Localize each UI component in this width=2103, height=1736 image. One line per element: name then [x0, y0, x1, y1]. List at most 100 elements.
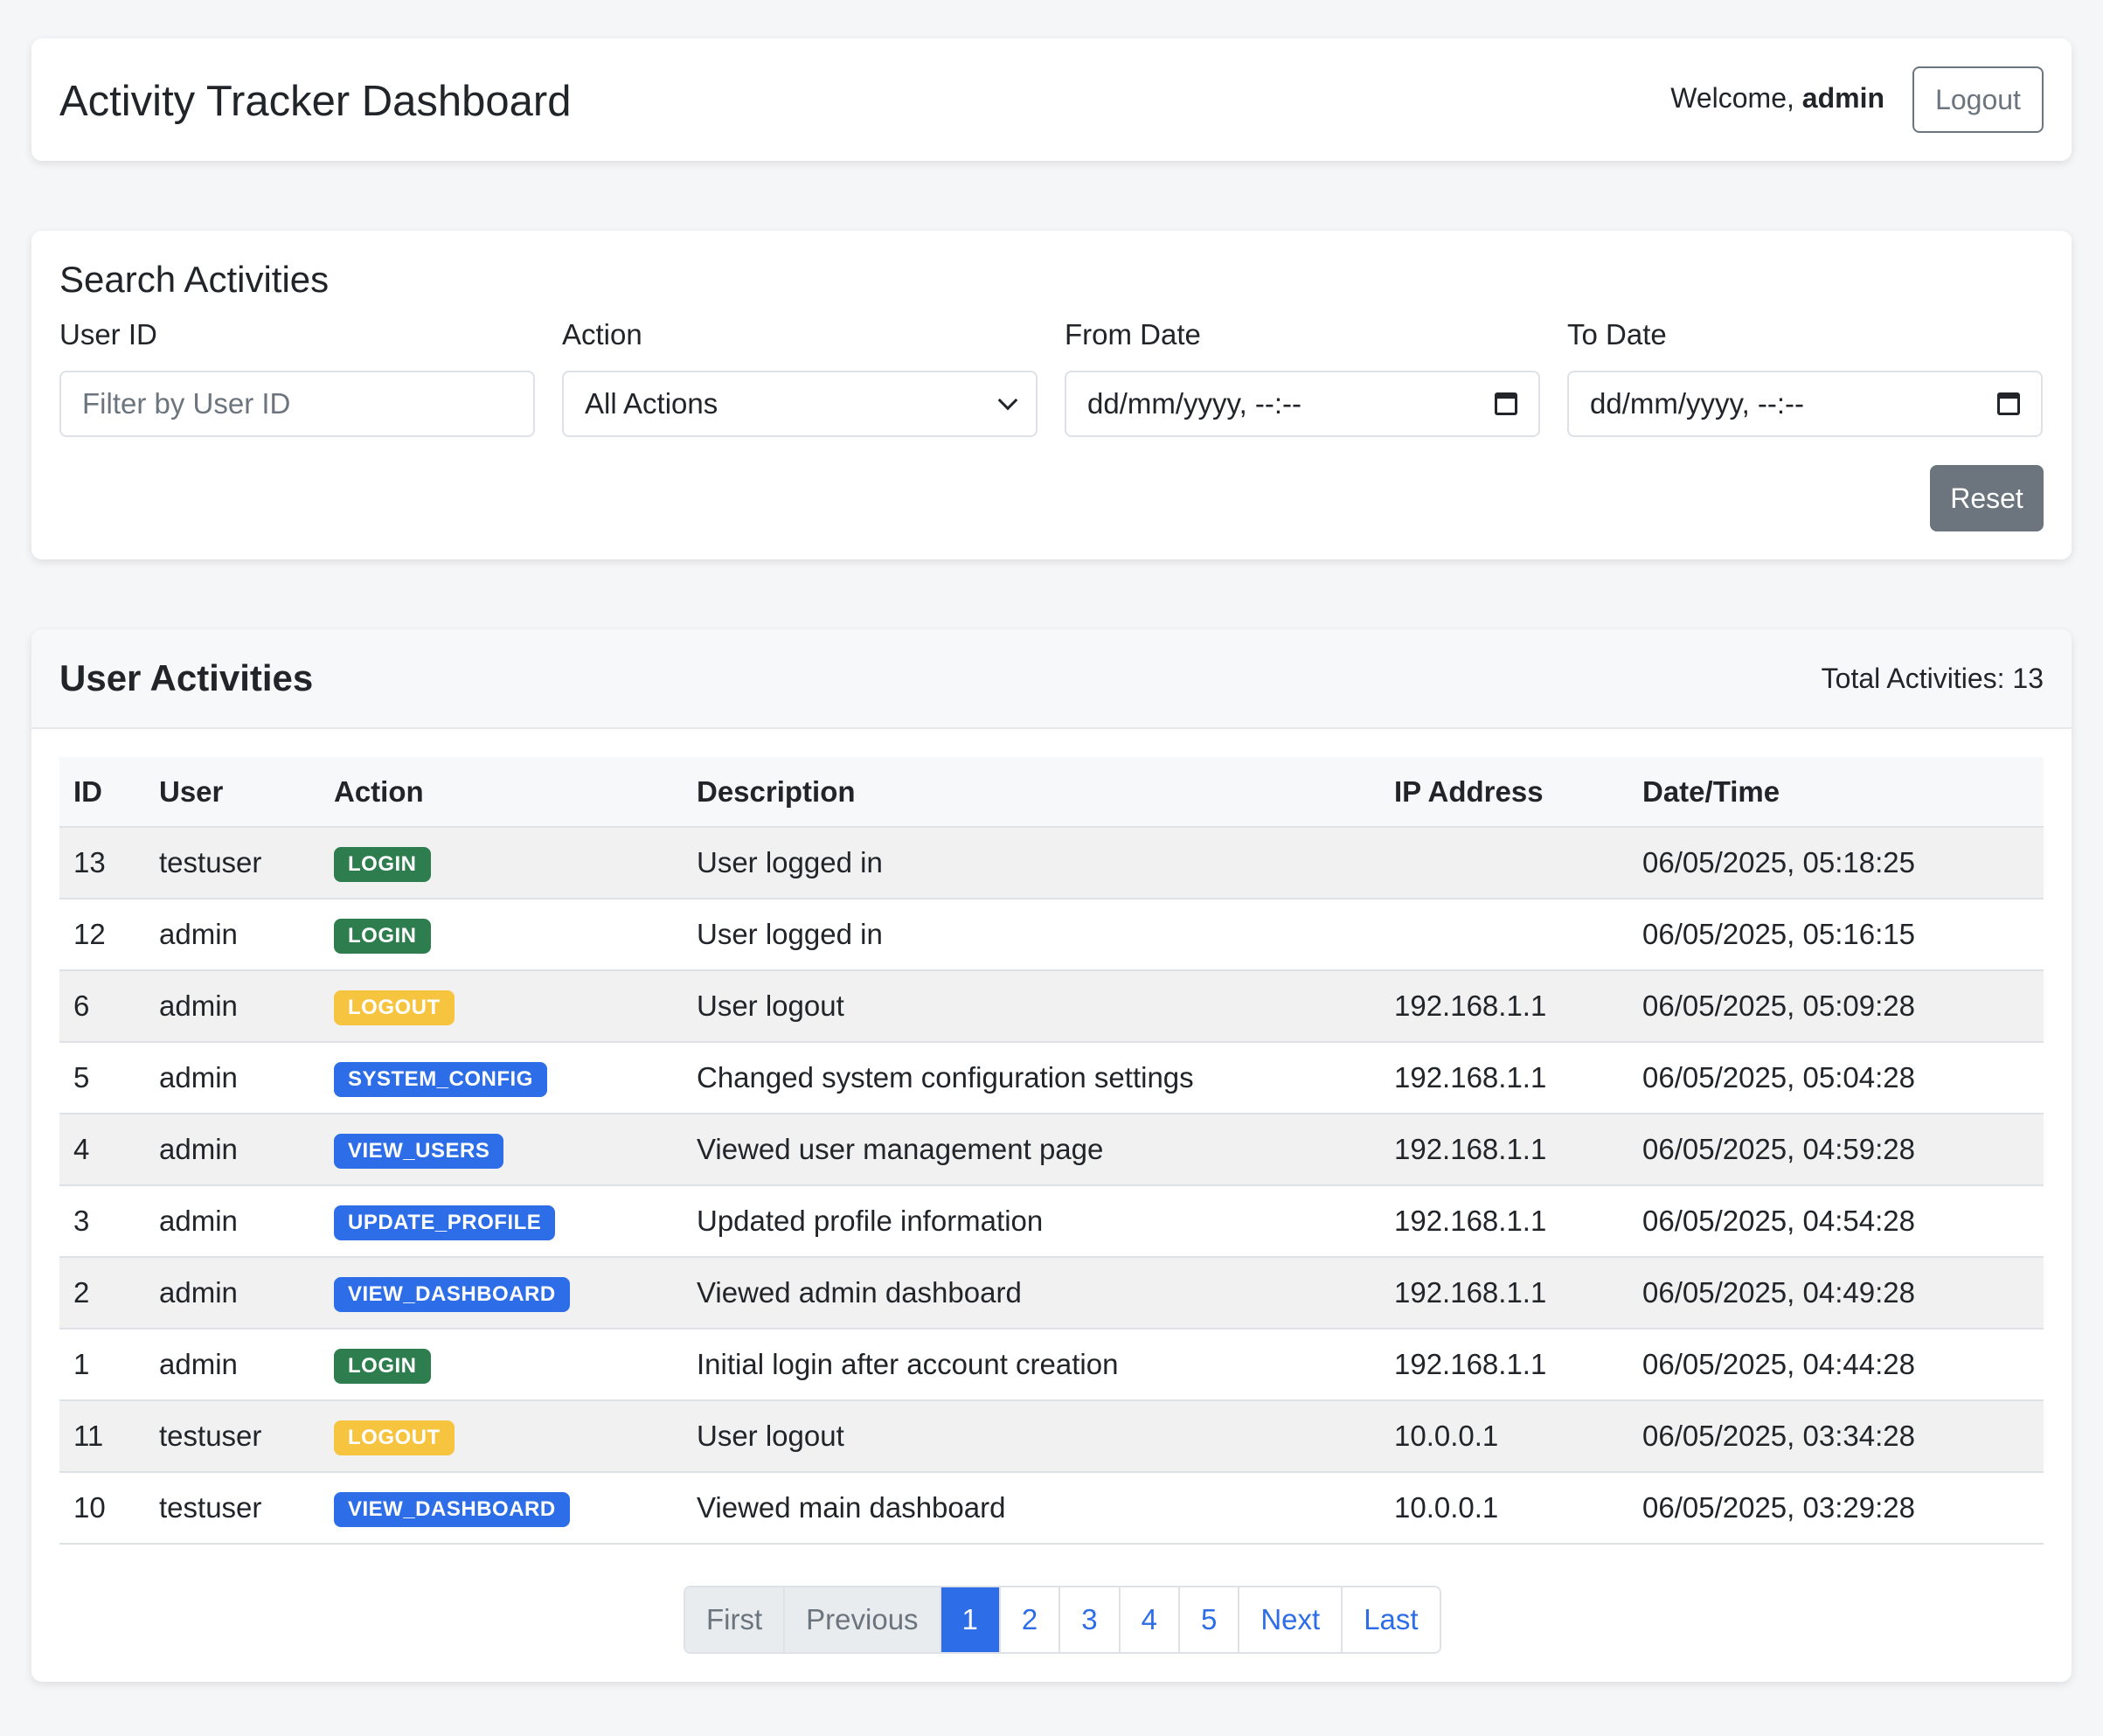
cell-user: admin — [145, 899, 320, 971]
cell-action: VIEW_DASHBOARD — [320, 1472, 683, 1545]
cell-description: Viewed main dashboard — [683, 1472, 1380, 1545]
cell-user: admin — [145, 1114, 320, 1186]
cell-ip-address: 192.168.1.1 — [1380, 1185, 1628, 1258]
page-5-button[interactable]: 5 — [1179, 1587, 1240, 1652]
cell-ip-address — [1380, 899, 1628, 971]
cell-action: LOGOUT — [320, 970, 683, 1043]
username-label: admin — [1801, 82, 1884, 114]
action-select[interactable]: All Actions — [562, 371, 1038, 437]
table-body: 13 testuser LOGIN User logged in 06/05/2025,… — [59, 827, 2044, 1545]
cell-datetime: 06/05/2025, 05:18:25 — [1628, 827, 2044, 899]
table-row: 11 testuser LOGOUT User logout 10.0.0.1 06/05… — [59, 1400, 2044, 1473]
cell-id: 12 — [59, 899, 145, 971]
reset-button[interactable]: Reset — [1930, 465, 2044, 531]
cell-ip-address — [1380, 827, 1628, 899]
user-id-placeholder: Filter by User ID — [82, 387, 291, 420]
cell-datetime: 06/05/2025, 04:44:28 — [1628, 1329, 2044, 1401]
table-header-row: ID User Action Description IP Address Da… — [59, 757, 2044, 828]
page-last-button[interactable]: Last — [1343, 1587, 1440, 1652]
cell-id: 6 — [59, 970, 145, 1043]
cell-action: LOGIN — [320, 827, 683, 899]
chevron-down-icon — [997, 390, 1018, 411]
page-previous-button: Previous — [785, 1587, 941, 1652]
page-next-button[interactable]: Next — [1239, 1587, 1343, 1652]
page-2-button[interactable]: 2 — [1000, 1587, 1061, 1652]
page-4-button[interactable]: 4 — [1120, 1587, 1180, 1652]
logout-button[interactable]: Logout — [1912, 66, 2044, 133]
from-date-label: From Date — [1065, 318, 1201, 351]
cell-user: admin — [145, 1329, 320, 1401]
table-row: 10 testuser VIEW_DASHBOARD Viewed main dash… — [59, 1472, 2044, 1545]
cell-id: 10 — [59, 1472, 145, 1545]
table-row: 2 admin VIEW_DASHBOARD Viewed admin dashboa… — [59, 1257, 2044, 1330]
cell-user: testuser — [145, 1472, 320, 1545]
table-row: 4 admin VIEW_USERS Viewed user management p… — [59, 1114, 2044, 1186]
cell-datetime: 06/05/2025, 04:49:28 — [1628, 1257, 2044, 1330]
column-header-ip-address: IP Address — [1380, 757, 1628, 828]
action-badge: VIEW_DASHBOARD — [334, 1491, 570, 1527]
cell-ip-address: 192.168.1.1 — [1380, 1114, 1628, 1186]
cell-datetime: 06/05/2025, 05:04:28 — [1628, 1042, 2044, 1115]
calendar-icon[interactable] — [1495, 392, 1517, 415]
column-header-action: Action — [320, 757, 683, 828]
table-row: 6 admin LOGOUT User logout 192.168.1.1 06/05/… — [59, 970, 2044, 1043]
cell-ip-address: 192.168.1.1 — [1380, 1329, 1628, 1401]
action-badge: LOGOUT — [334, 990, 455, 1025]
cell-description: Changed system configuration settings — [683, 1042, 1380, 1115]
cell-id: 5 — [59, 1042, 145, 1115]
from-date-value: dd/mm/yyyy, --:-- — [1087, 387, 1302, 420]
action-badge: SYSTEM_CONFIG — [334, 1061, 547, 1097]
cell-ip-address: 192.168.1.1 — [1380, 1257, 1628, 1330]
column-header-description: Description — [683, 757, 1380, 828]
cell-description: Viewed admin dashboard — [683, 1257, 1380, 1330]
action-badge: LOGIN — [334, 1348, 431, 1384]
page-1-button[interactable]: 1 — [940, 1587, 1001, 1652]
cell-description: User logout — [683, 1400, 1380, 1473]
cell-id: 1 — [59, 1329, 145, 1401]
cell-action: LOGIN — [320, 1329, 683, 1401]
cell-id: 13 — [59, 827, 145, 899]
action-label: Action — [562, 318, 642, 351]
page-first-button: First — [685, 1587, 786, 1652]
cell-datetime: 06/05/2025, 05:09:28 — [1628, 970, 2044, 1043]
cell-ip-address: 192.168.1.1 — [1380, 970, 1628, 1043]
action-badge: LOGIN — [334, 918, 431, 954]
calendar-icon[interactable] — [1997, 392, 2020, 415]
cell-action: VIEW_USERS — [320, 1114, 683, 1186]
cell-action: LOGIN — [320, 899, 683, 971]
cell-action: SYSTEM_CONFIG — [320, 1042, 683, 1115]
column-header-user: User — [145, 757, 320, 828]
cell-id: 2 — [59, 1257, 145, 1330]
cell-user: admin — [145, 1257, 320, 1330]
to-date-input[interactable]: dd/mm/yyyy, --:-- — [1567, 371, 2043, 437]
cell-ip-address: 10.0.0.1 — [1380, 1400, 1628, 1473]
welcome-text: Welcome, admin — [1670, 82, 1884, 115]
cell-user: admin — [145, 1185, 320, 1258]
cell-datetime: 06/05/2025, 04:59:28 — [1628, 1114, 2044, 1186]
page-title: Activity Tracker Dashboard — [59, 78, 572, 125]
cell-user: testuser — [145, 827, 320, 899]
cell-user: admin — [145, 970, 320, 1043]
cell-description: Initial login after account creation — [683, 1329, 1380, 1401]
cell-description: User logout — [683, 970, 1380, 1043]
cell-datetime: 06/05/2025, 04:54:28 — [1628, 1185, 2044, 1258]
search-panel: Search Activities User ID Filter by User… — [31, 231, 2072, 559]
table-row: 5 admin SYSTEM_CONFIG Changed system config… — [59, 1042, 2044, 1115]
table-row: 1 admin LOGIN Initial login after account c… — [59, 1329, 2044, 1401]
cell-description: User logged in — [683, 827, 1380, 899]
column-header-datetime: Date/Time — [1628, 757, 2044, 828]
cell-action: UPDATE_PROFILE — [320, 1185, 683, 1258]
cell-id: 4 — [59, 1114, 145, 1186]
page-3-button[interactable]: 3 — [1060, 1587, 1121, 1652]
to-date-label: To Date — [1567, 318, 1667, 351]
action-badge: VIEW_DASHBOARD — [334, 1276, 570, 1312]
cell-description: User logged in — [683, 899, 1380, 971]
cell-action: VIEW_DASHBOARD — [320, 1257, 683, 1330]
cell-description: Updated profile information — [683, 1185, 1380, 1258]
cell-datetime: 06/05/2025, 03:34:28 — [1628, 1400, 2044, 1473]
action-badge: LOGIN — [334, 846, 431, 882]
from-date-input[interactable]: dd/mm/yyyy, --:-- — [1065, 371, 1540, 437]
cell-ip-address: 192.168.1.1 — [1380, 1042, 1628, 1115]
user-id-input[interactable]: Filter by User ID — [59, 371, 535, 437]
action-badge: VIEW_USERS — [334, 1133, 504, 1169]
